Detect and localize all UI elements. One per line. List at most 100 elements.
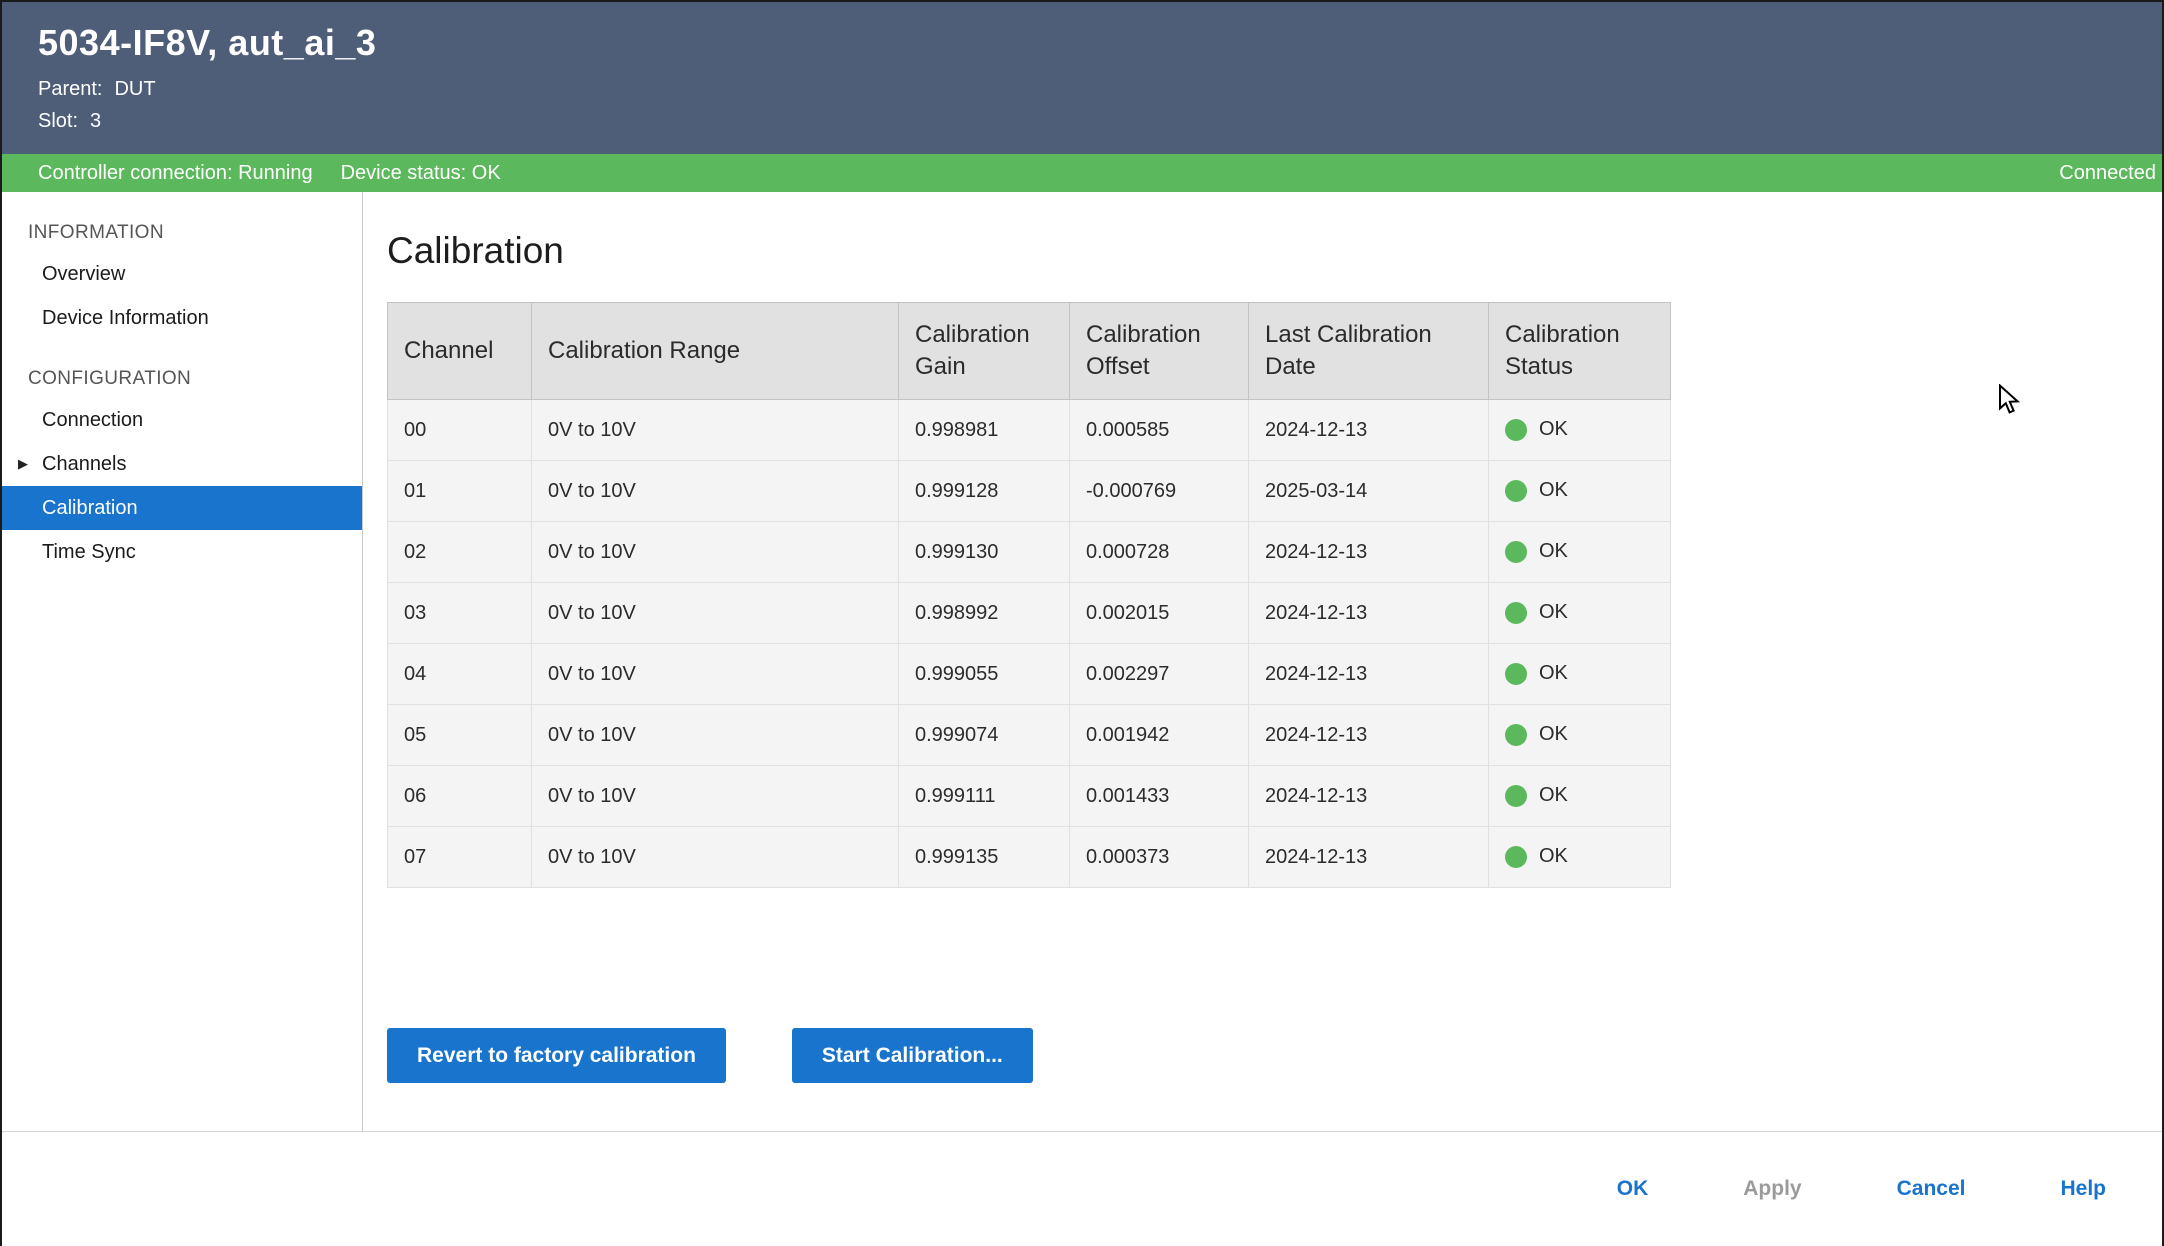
cell-channel: 06 [388,766,532,827]
cell-offset: 0.002015 [1070,583,1249,644]
sidebar-item-connection[interactable]: Connection [2,398,362,442]
cell-date: 2024-12-13 [1249,644,1489,705]
cell-status: OK [1489,583,1671,644]
cell-offset: 0.001942 [1070,705,1249,766]
device-title: 5034-IF8V, aut_ai_3 [38,22,2162,64]
device-status: Device status: OK [341,162,501,185]
cell-offset: 0.001433 [1070,766,1249,827]
status-text: OK [1539,724,1568,746]
cell-range: 0V to 10V [532,705,899,766]
ok-button[interactable]: OK [1617,1177,1649,1201]
status-ok-icon [1505,602,1527,624]
status-ok-icon [1505,663,1527,685]
sidebar-item-label: Calibration [42,497,138,519]
cell-channel: 02 [388,522,532,583]
table-row: 02 0V to 10V 0.999130 0.000728 2024-12-1… [388,522,1671,583]
table-row: 00 0V to 10V 0.998981 0.000585 2024-12-1… [388,400,1671,461]
status-text: OK [1539,419,1568,441]
sidebar-item-overview[interactable]: Overview [2,252,362,296]
calibration-table: Channel Calibration Range Calibration Ga… [387,302,1671,888]
sidebar-section-information: INFORMATION [2,212,362,252]
sidebar-item-label: Overview [42,263,125,285]
sidebar-item-label: Channels [42,453,127,475]
table-header-row: Channel Calibration Range Calibration Ga… [388,303,1671,400]
slot-row: Slot: 3 [38,110,2162,133]
table-row: 07 0V to 10V 0.999135 0.000373 2024-12-1… [388,827,1671,888]
column-header-last-calibration-date: Last Calibration Date [1249,303,1489,400]
slot-label: Slot: [38,110,78,132]
cell-range: 0V to 10V [532,522,899,583]
connection-state-badge: Connected [2059,162,2162,185]
sidebar-item-label: Device Information [42,307,209,329]
status-ok-icon [1505,785,1527,807]
cell-date: 2024-12-13 [1249,583,1489,644]
cell-offset: 0.000373 [1070,827,1249,888]
cell-offset: 0.000585 [1070,400,1249,461]
status-text: OK [1539,785,1568,807]
cell-date: 2024-12-13 [1249,705,1489,766]
cell-status: OK [1489,705,1671,766]
column-header-calibration-offset: Calibration Offset [1070,303,1249,400]
sidebar-item-label: Connection [42,409,143,431]
cell-gain: 0.999055 [899,644,1070,705]
sidebar-item-time-sync[interactable]: Time Sync [2,530,362,574]
cell-range: 0V to 10V [532,766,899,827]
slot-value: 3 [90,110,101,132]
content-area: INFORMATION Overview Device Information … [2,192,2162,1131]
page-title: Calibration [387,230,2162,272]
status-text: OK [1539,846,1568,868]
main-panel: Calibration Channel Calibration Range Ca… [363,192,2162,1131]
chevron-right-icon[interactable]: ▶ [18,451,28,477]
revert-factory-calibration-button[interactable]: Revert to factory calibration [387,1028,726,1083]
help-button[interactable]: Help [2060,1177,2106,1201]
cell-status: OK [1489,461,1671,522]
controller-connection-status: Controller connection: Running [38,162,313,185]
start-calibration-button[interactable]: Start Calibration... [792,1028,1033,1083]
table-row: 04 0V to 10V 0.999055 0.002297 2024-12-1… [388,644,1671,705]
table-row: 03 0V to 10V 0.998992 0.002015 2024-12-1… [388,583,1671,644]
cell-range: 0V to 10V [532,644,899,705]
cell-status: OK [1489,522,1671,583]
cell-gain: 0.999135 [899,827,1070,888]
cancel-button[interactable]: Cancel [1897,1177,1966,1201]
action-buttons: Revert to factory calibration Start Cali… [387,1028,2162,1083]
table-row: 01 0V to 10V 0.999128 -0.000769 2025-03-… [388,461,1671,522]
column-header-calibration-range: Calibration Range [532,303,899,400]
status-text: OK [1539,663,1568,685]
cell-gain: 0.999111 [899,766,1070,827]
cell-range: 0V to 10V [532,827,899,888]
app-header: 5034-IF8V, aut_ai_3 Parent:DUT Slot:3 [2,2,2162,154]
cell-channel: 03 [388,583,532,644]
table-row: 05 0V to 10V 0.999074 0.001942 2024-12-1… [388,705,1671,766]
cell-date: 2024-12-13 [1249,766,1489,827]
sidebar-item-device-information[interactable]: Device Information [2,296,362,340]
column-header-calibration-gain: Calibration Gain [899,303,1070,400]
status-ok-icon [1505,724,1527,746]
cell-gain: 0.999074 [899,705,1070,766]
status-text: OK [1539,480,1568,502]
cell-status: OK [1489,827,1671,888]
table-row: 06 0V to 10V 0.999111 0.001433 2024-12-1… [388,766,1671,827]
cell-channel: 04 [388,644,532,705]
cell-date: 2024-12-13 [1249,400,1489,461]
cell-date: 2025-03-14 [1249,461,1489,522]
cell-date: 2024-12-13 [1249,522,1489,583]
cell-range: 0V to 10V [532,400,899,461]
sidebar-item-label: Time Sync [42,541,136,563]
cell-range: 0V to 10V [532,461,899,522]
cell-range: 0V to 10V [532,583,899,644]
cell-offset: 0.002297 [1070,644,1249,705]
cell-status: OK [1489,766,1671,827]
parent-value: DUT [114,78,155,100]
cell-channel: 05 [388,705,532,766]
status-bar: Controller connection: Running Device st… [2,154,2162,192]
cell-gain: 0.999128 [899,461,1070,522]
cell-gain: 0.998981 [899,400,1070,461]
sidebar-item-calibration[interactable]: Calibration [2,486,362,530]
cell-date: 2024-12-13 [1249,827,1489,888]
apply-button[interactable]: Apply [1743,1177,1801,1201]
sidebar-item-channels[interactable]: ▶ Channels [2,442,362,486]
sidebar: INFORMATION Overview Device Information … [2,192,363,1131]
status-text: OK [1539,541,1568,563]
status-ok-icon [1505,480,1527,502]
